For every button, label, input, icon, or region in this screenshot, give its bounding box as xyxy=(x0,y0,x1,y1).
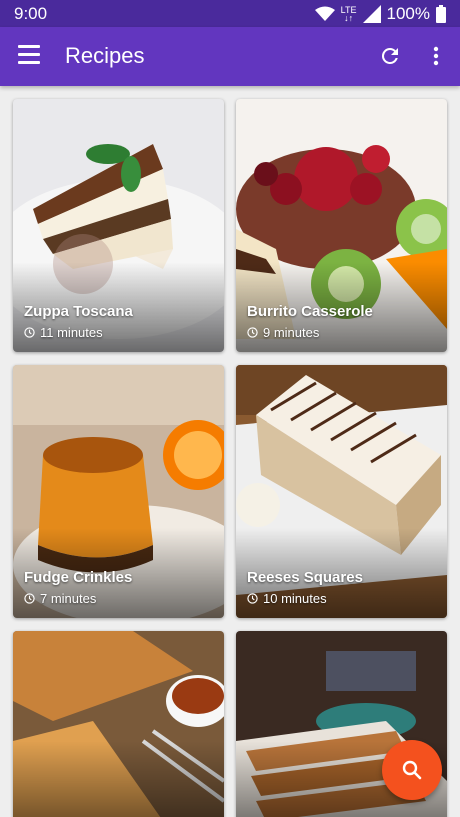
recipe-name: Zuppa Toscana xyxy=(24,303,133,320)
signal-icon xyxy=(362,5,381,23)
status-time: 9:00 xyxy=(14,4,48,23)
recipe-name: Reeses Squares xyxy=(247,569,363,586)
search-fab[interactable] xyxy=(382,740,442,800)
recipe-card[interactable]: Burrito Casserole 9 minutes xyxy=(236,99,447,352)
recipe-time-label: 11 minutes xyxy=(40,325,103,340)
clock-icon xyxy=(24,593,35,604)
recipe-time-label: 9 minutes xyxy=(263,325,320,340)
app-bar: Recipes xyxy=(0,27,460,86)
recipe-time: 7 minutes xyxy=(24,591,96,606)
menu-icon-bar xyxy=(18,45,40,48)
clock-icon xyxy=(247,593,258,604)
recipe-card[interactable]: Reeses Squares 10 minutes xyxy=(236,365,447,618)
clock-icon xyxy=(24,327,35,338)
refresh-button[interactable] xyxy=(378,44,402,68)
recipe-name: Fudge Crinkles xyxy=(24,569,133,586)
battery-icon xyxy=(436,5,446,23)
search-icon xyxy=(402,760,422,780)
recipe-card[interactable]: Zuppa Toscana 11 minutes xyxy=(13,99,224,352)
page-title: Recipes xyxy=(65,43,145,68)
menu-button[interactable] xyxy=(18,45,42,67)
wifi-icon xyxy=(314,6,335,21)
lte-icon: LTE ↓↑ xyxy=(340,5,357,23)
more-options-button[interactable] xyxy=(424,44,448,68)
status-icons: LTE ↓↑ 100% xyxy=(314,3,446,25)
menu-icon-bar xyxy=(18,53,40,56)
recipe-time-label: 7 minutes xyxy=(40,591,97,606)
recipe-card[interactable]: Fudge Crinkles 7 minutes xyxy=(13,365,224,618)
recipe-grid: Zuppa Toscana 11 minutes Burrito Cassero… xyxy=(0,86,460,817)
menu-icon-bar xyxy=(18,61,40,64)
card-shade xyxy=(13,741,224,817)
recipe-card[interactable] xyxy=(13,631,224,817)
recipe-time: 11 minutes xyxy=(24,325,103,340)
status-bar: 9:00 LTE ↓↑ 100% xyxy=(0,0,460,27)
battery-percent: 100% xyxy=(386,4,430,23)
lte-label: LTE xyxy=(340,5,357,15)
recipe-time: 9 minutes xyxy=(247,325,319,340)
recipe-name: Burrito Casserole xyxy=(247,303,373,320)
refresh-icon xyxy=(381,47,398,64)
clock-icon xyxy=(247,327,258,338)
more-vert-icon xyxy=(433,46,439,66)
recipe-time-label: 10 minutes xyxy=(263,591,327,606)
recipe-time: 10 minutes xyxy=(247,591,327,606)
